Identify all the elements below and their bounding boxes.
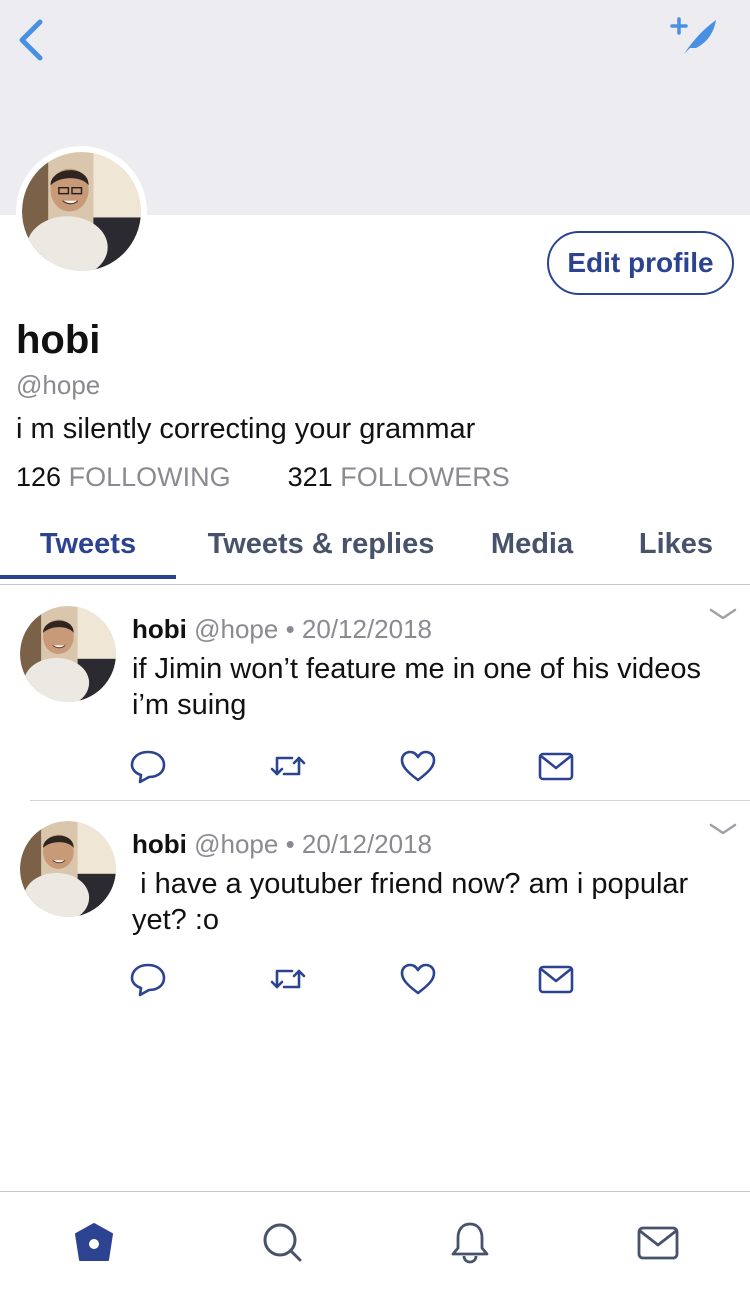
followers-link[interactable]: 321 FOLLOWERS [288, 462, 510, 492]
nav-search[interactable] [260, 1220, 304, 1264]
search-icon [263, 1223, 302, 1262]
tweet-author-name[interactable]: hobi [132, 829, 187, 859]
tweet-handle-date: @hope • 20/12/2018 [194, 614, 433, 644]
notifications-icon [451, 1222, 489, 1264]
display-name: hobi [16, 318, 101, 362]
followers-count: 321 [287, 462, 333, 492]
direct-message-button[interactable] [536, 748, 576, 784]
reply-icon [130, 750, 166, 784]
like-icon [400, 963, 436, 995]
bottom-navigation [0, 1191, 750, 1289]
chevron-down-icon[interactable] [708, 606, 738, 622]
tweet-text: i have a youtuber friend now? am i popul… [132, 868, 697, 936]
nav-messages[interactable] [636, 1220, 680, 1264]
reply-icon [130, 963, 166, 997]
nav-notifications[interactable] [448, 1220, 492, 1264]
tweet-handle-date: @hope • 20/12/2018 [194, 829, 433, 859]
reply-button[interactable] [128, 748, 168, 784]
nav-home[interactable] [72, 1220, 116, 1264]
tweet-text: if Jimin won’t feature me in one of his … [132, 653, 701, 721]
like-button[interactable] [398, 748, 438, 784]
compose-tweet-icon [670, 17, 716, 54]
chevron-left-icon [19, 19, 43, 61]
profile-tabs: Tweets Tweets & replies Media Likes [0, 505, 750, 585]
following-count: 126 [16, 462, 62, 492]
profile-bio: i m silently correcting your grammar [16, 413, 476, 445]
tweet-meta: hobi @hope • 20/12/2018 [132, 829, 432, 860]
direct-message-button[interactable] [536, 961, 576, 997]
retweet-icon [270, 969, 306, 989]
messages-icon [637, 1226, 679, 1260]
tab-tweets[interactable]: Tweets [0, 505, 176, 583]
avatar-photo [20, 606, 116, 702]
follow-stats: 126 FOLLOWING 321 FOLLOWERS [16, 462, 510, 493]
following-link[interactable]: 126 FOLLOWING [16, 462, 238, 492]
tweet-item[interactable]: hobi @hope • 20/12/2018 i have a youtube… [0, 801, 750, 1015]
followers-label: FOLLOWERS [340, 462, 510, 492]
retweet-icon [270, 756, 306, 776]
tweet-meta: hobi @hope • 20/12/2018 [132, 614, 432, 645]
direct-message-icon [538, 965, 574, 994]
tweet-avatar[interactable] [20, 606, 116, 702]
active-tab-indicator [0, 575, 176, 579]
tab-likes[interactable]: Likes [624, 505, 728, 583]
edit-profile-button[interactable]: Edit profile [547, 231, 734, 295]
avatar-photo [22, 152, 141, 271]
tweet-avatar[interactable] [20, 821, 116, 917]
profile-screen: Edit profile hobi @hope i m silently cor… [0, 0, 750, 1289]
like-icon [400, 750, 436, 782]
tweet-author-name[interactable]: hobi [132, 614, 187, 644]
following-label: FOLLOWING [68, 462, 231, 492]
tab-tweets-and-replies[interactable]: Tweets & replies [190, 505, 452, 583]
tweet-item[interactable]: hobi @hope • 20/12/2018 if Jimin won’t f… [0, 586, 750, 800]
reply-button[interactable] [128, 961, 168, 997]
retweet-button[interactable] [268, 961, 308, 997]
like-button[interactable] [398, 961, 438, 997]
tab-media[interactable]: Media [476, 505, 588, 583]
home-icon [75, 1223, 113, 1261]
chevron-down-icon[interactable] [708, 821, 738, 837]
profile-handle: @hope [16, 370, 101, 400]
direct-message-icon [538, 752, 574, 781]
compose-tweet-button[interactable] [664, 12, 724, 62]
retweet-button[interactable] [268, 748, 308, 784]
avatar-photo [20, 821, 116, 917]
profile-avatar[interactable] [16, 146, 147, 277]
back-button[interactable] [10, 12, 54, 68]
